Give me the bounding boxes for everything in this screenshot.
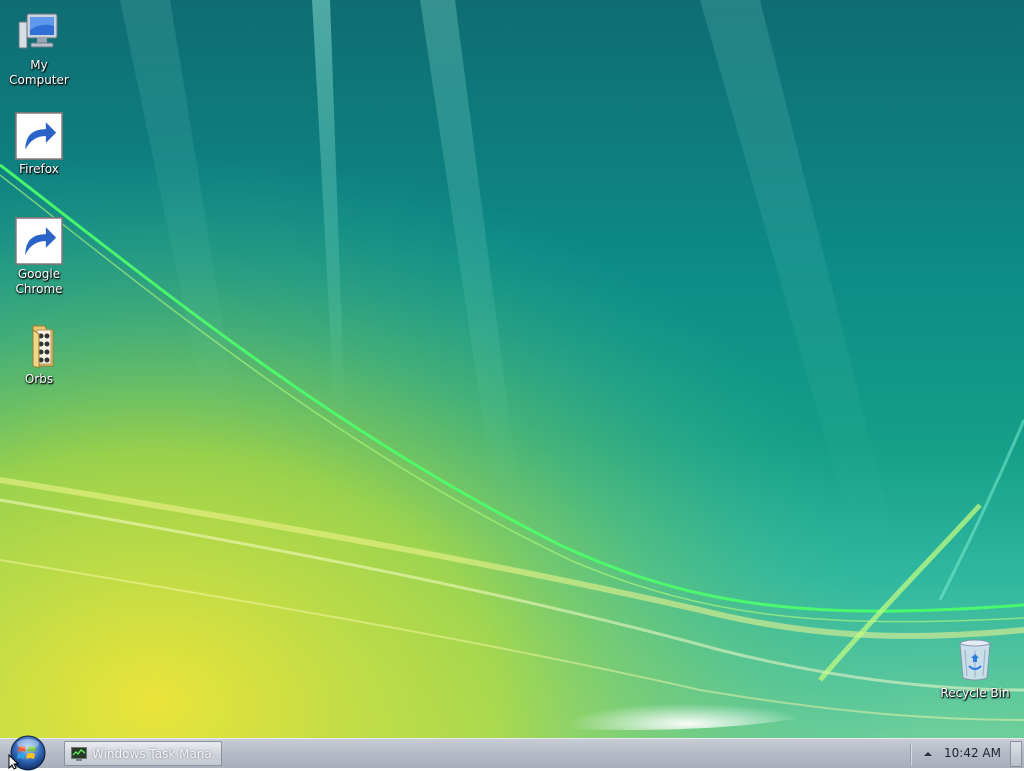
desktop-icon-label: My Computer — [9, 58, 69, 87]
desktop-icon-orbs[interactable]: Orbs — [0, 322, 78, 387]
desktop-icon-label: Firefox — [19, 162, 59, 176]
taskbar-button-task-manager[interactable]: Windows Task Mana... — [64, 741, 222, 766]
wallpaper — [0, 0, 1024, 738]
folder-icon — [15, 322, 63, 370]
desktop-icon-label: Recycle Bin — [940, 686, 1010, 700]
shortcut-arrow-icon — [15, 112, 63, 160]
firefox-icon — [15, 112, 63, 160]
desktop-icon-recycle-bin[interactable]: Recycle Bin — [936, 636, 1014, 701]
recycle-bin-icon — [951, 636, 999, 684]
chrome-icon — [15, 217, 63, 265]
task-manager-icon — [71, 746, 87, 761]
taskbar: Windows Task Mana... 10:42 AM — [0, 735, 1024, 771]
desktop-icon-my-computer[interactable]: My Computer — [0, 8, 78, 88]
desktop-icon-label: Google Chrome — [15, 267, 63, 296]
desktop-icon-label: Orbs — [24, 372, 54, 386]
tray-divider — [910, 743, 912, 765]
desktop-icon-firefox[interactable]: Firefox — [0, 112, 78, 177]
show-desktop-button[interactable] — [1010, 741, 1022, 767]
taskbar-button-label: Windows Task Mana... — [92, 746, 221, 761]
chevron-up-icon[interactable] — [922, 748, 934, 760]
shortcut-arrow-icon — [15, 217, 63, 265]
desktop-icon-google-chrome[interactable]: Google Chrome — [0, 217, 78, 297]
computer-icon — [15, 8, 63, 56]
desktop: My Computer Firefox Google Chrome Orbs R… — [0, 0, 1024, 738]
clock[interactable]: 10:42 AM — [944, 746, 1001, 760]
